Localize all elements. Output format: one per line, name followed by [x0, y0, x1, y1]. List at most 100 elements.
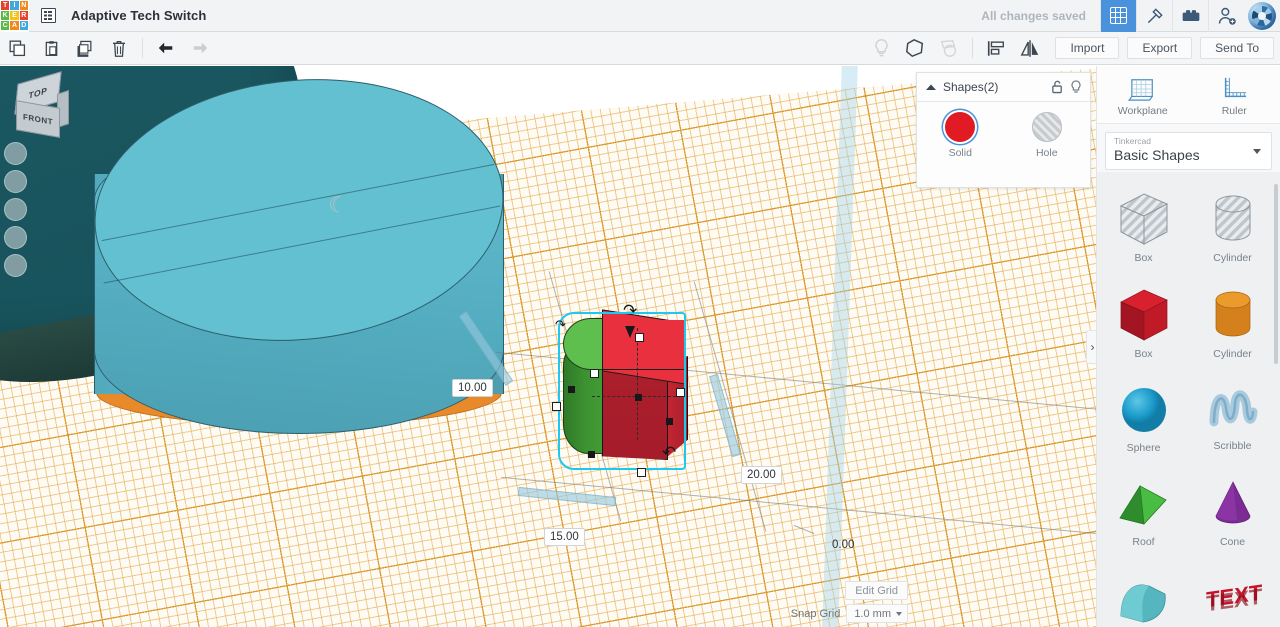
- shape-sphere[interactable]: Sphere: [1099, 372, 1188, 468]
- shapes-row: Box Cylinder: [1099, 180, 1278, 276]
- snap-grid-select[interactable]: 1.0 mm: [846, 604, 908, 623]
- solid-option[interactable]: Solid: [917, 112, 1004, 159]
- align-button[interactable]: [979, 32, 1013, 65]
- shape-round-roof[interactable]: Round Roof: [1099, 564, 1188, 627]
- solid-label: Solid: [948, 147, 972, 159]
- export-button[interactable]: Export: [1127, 37, 1193, 59]
- shapes-row: Sphere Scribble: [1099, 372, 1278, 468]
- rotate-handle-left[interactable]: ↷: [555, 318, 566, 331]
- ortho-toggle-button[interactable]: [4, 254, 27, 277]
- resize-handle[interactable]: [637, 468, 646, 477]
- shape-scribble[interactable]: Scribble: [1188, 372, 1277, 468]
- avatar[interactable]: [1248, 1, 1276, 30]
- gallery-grid-button[interactable]: [1100, 0, 1136, 32]
- logo-tile: T: [1, 0, 10, 10]
- chevron-down-icon: [896, 612, 902, 616]
- zoom-in-button[interactable]: +: [4, 198, 27, 221]
- shape-cone[interactable]: Cone: [1188, 468, 1277, 564]
- home-icon: [9, 148, 22, 159]
- ruler-tool[interactable]: Ruler: [1189, 66, 1280, 123]
- send-to-button[interactable]: Send To: [1200, 37, 1274, 59]
- resize-handle[interactable]: [676, 388, 685, 397]
- shape-box-hole[interactable]: Box: [1099, 180, 1188, 276]
- center-handle[interactable]: [635, 394, 642, 401]
- shape-label: Box: [1134, 348, 1153, 360]
- panel-scrollbar[interactable]: [1274, 184, 1278, 364]
- hole-swatch[interactable]: [1031, 112, 1062, 142]
- shape-text[interactable]: TEXT TEXT Text: [1188, 564, 1277, 627]
- light-button[interactable]: [864, 32, 898, 65]
- sphere-icon: [1121, 388, 1166, 432]
- shape-label: Cylinder: [1213, 252, 1252, 264]
- trash-icon: [112, 40, 126, 57]
- shapes-panel-title: Shapes(2): [943, 80, 999, 94]
- dimension-label-20[interactable]: 20.00: [741, 466, 782, 484]
- duplicate-icon: [77, 40, 92, 57]
- home-view-button[interactable]: [4, 142, 27, 165]
- chevron-down-icon: [1253, 149, 1261, 154]
- view-cube-front-face[interactable]: FRONT: [16, 100, 60, 138]
- fit-view-button[interactable]: [4, 170, 27, 193]
- zoom-out-button[interactable]: −: [4, 226, 27, 249]
- paste-button[interactable]: [34, 32, 68, 65]
- import-button[interactable]: Import: [1055, 37, 1120, 59]
- cube-perspective-icon: [10, 259, 21, 272]
- shapes-row: Round Roof TEXT TEXT Text: [1099, 564, 1278, 627]
- ungroup-button[interactable]: [932, 32, 966, 65]
- mirror-flip-icon: [1021, 39, 1039, 57]
- shape-label: Sphere: [1126, 442, 1161, 454]
- grid-icon: [1110, 7, 1127, 24]
- shapes-inspector-panel[interactable]: Shapes(2) Solid Hole: [916, 72, 1091, 188]
- copy-button[interactable]: [0, 32, 34, 65]
- shape-label: Cylinder: [1213, 348, 1252, 360]
- selected-shape-group[interactable]: ↷ ↷ ↶: [540, 302, 720, 496]
- rotate-handle-top[interactable]: ↷: [623, 302, 637, 319]
- logo-tile: N: [19, 0, 28, 10]
- solid-swatch[interactable]: [945, 112, 976, 142]
- shape-cylinder-solid[interactable]: Cylinder: [1188, 276, 1277, 372]
- group-button[interactable]: [898, 32, 932, 65]
- text-icon: TEXT TEXT: [1206, 580, 1263, 617]
- shapes-grid[interactable]: Box Cylinder Box Cylinder Sphere Scribbl…: [1097, 172, 1280, 627]
- brick-icon: [1182, 9, 1199, 21]
- cone-icon: [1215, 481, 1250, 524]
- resize-handle[interactable]: [635, 333, 644, 342]
- delete-button[interactable]: [102, 32, 136, 65]
- shapes-row: Box Cylinder: [1099, 276, 1278, 372]
- mirror-button[interactable]: [1013, 32, 1047, 65]
- unlock-icon[interactable]: [1051, 80, 1064, 94]
- toolbar-right-group: Import Export Send To: [864, 32, 1280, 65]
- chevron-up-icon[interactable]: [925, 83, 937, 92]
- tinkercad-logo[interactable]: T I N K E R C A D: [0, 0, 29, 32]
- dimension-label-15[interactable]: 15.00: [544, 528, 585, 546]
- shapes-panel-header: Shapes(2): [917, 73, 1090, 102]
- rotate-handle-right[interactable]: ↶: [662, 444, 676, 461]
- shape-library-select[interactable]: Tinkercad Basic Shapes: [1105, 132, 1272, 170]
- resize-handle[interactable]: [590, 369, 599, 378]
- lightbulb-icon[interactable]: [1070, 79, 1082, 95]
- redo-button[interactable]: [183, 32, 217, 65]
- resize-handle-dark[interactable]: [666, 418, 673, 425]
- undo-button[interactable]: [149, 32, 183, 65]
- shape-cylinder-hole[interactable]: Cylinder: [1188, 180, 1277, 276]
- view-cube[interactable]: TOP FRONT: [12, 71, 72, 140]
- document-list-button[interactable]: [35, 3, 61, 29]
- blocks-button[interactable]: [1172, 0, 1208, 32]
- teal-cylinder[interactable]: ☾: [78, 66, 528, 494]
- invite-button[interactable]: [1208, 0, 1244, 32]
- edit-grid-button[interactable]: Edit Grid: [845, 581, 908, 600]
- toolbar-divider: [972, 38, 974, 58]
- resize-handle-dark[interactable]: [568, 386, 575, 393]
- resize-handle-dark[interactable]: [588, 451, 595, 458]
- duplicate-button[interactable]: [68, 32, 102, 65]
- dimension-label-10[interactable]: 10.00: [452, 379, 493, 397]
- workplane-tool[interactable]: Workplane: [1097, 66, 1189, 123]
- workplane-tool-label: Workplane: [1117, 105, 1168, 117]
- hole-option[interactable]: Hole: [1004, 112, 1091, 159]
- dimension-label-0[interactable]: 0.00: [827, 537, 859, 553]
- shape-roof[interactable]: Roof: [1099, 468, 1188, 564]
- resize-handle[interactable]: [552, 402, 561, 411]
- tinker-button[interactable]: [1136, 0, 1172, 32]
- header-actions: All changes saved: [981, 0, 1280, 32]
- shape-box-solid[interactable]: Box: [1099, 276, 1188, 372]
